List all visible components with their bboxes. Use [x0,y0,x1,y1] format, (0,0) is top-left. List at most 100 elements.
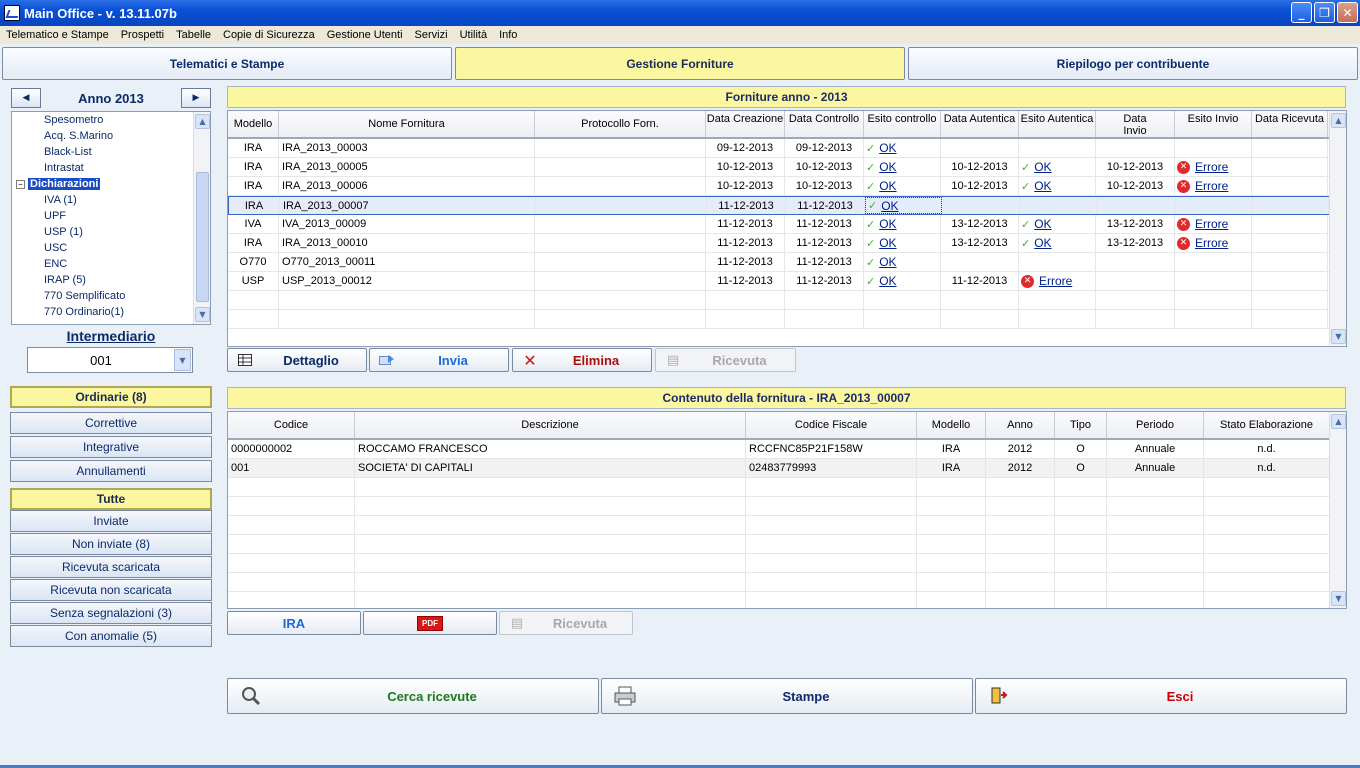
table-row[interactable]: 0000000002 ROCCAMO FRANCESCO RCCFNC85P21F1… [228,440,1346,459]
status-link[interactable]: OK [1034,236,1051,250]
cell-eco[interactable]: ✓ OK [864,215,941,233]
tree-group-dichiarazioni[interactable]: Dichiarazioni [28,178,101,190]
table-row[interactable]: IRA IRA_2013_00007 11-12-2013 11-12-2013 ✓ OK [228,196,1346,215]
cell-eau[interactable] [1019,253,1096,271]
cell-eco[interactable] [864,310,941,328]
elimina-button[interactable]: ✕ Elimina [512,348,652,372]
status-link[interactable]: OK [879,179,896,193]
table-row[interactable]: IRA IRA_2013_00010 11-12-2013 11-12-2013 ✓ OK… [228,234,1346,253]
tree-scrollbar[interactable]: ▲ ▼ [193,112,210,324]
menu-utenti[interactable]: Gestione Utenti [321,29,409,41]
status-link[interactable]: OK [879,141,896,155]
cell-eau[interactable] [1019,310,1096,328]
scroll-down-icon[interactable]: ▼ [1331,329,1346,344]
filter-correttive[interactable]: Correttive [10,412,212,434]
tree-item[interactable]: Black-List [44,144,210,160]
tree-item[interactable]: USC [44,240,210,256]
cell-eco[interactable]: ✓ OK [864,272,941,290]
menu-tabelle[interactable]: Tabelle [170,29,217,41]
cell-eau[interactable]: ✕ Errore [1019,272,1096,290]
cell-eau[interactable] [1020,197,1097,214]
status-link[interactable]: Errore [1039,274,1072,288]
forniture-scrollbar[interactable]: ▲ ▼ [1329,111,1346,346]
ira-button[interactable]: IRA [227,611,361,635]
col-tipo[interactable]: Tipo [1055,412,1107,438]
tree-item[interactable]: IVA (1) [44,192,210,208]
filter-integrative[interactable]: Integrative [10,436,212,458]
cell-eco[interactable]: ✓ OK [864,139,941,157]
status-link[interactable]: Errore [1195,217,1228,231]
col-data-invio[interactable]: Data Invio [1096,111,1175,137]
col-data-creazione[interactable]: Data Creazione [706,111,785,137]
table-row[interactable]: O770 O770_2013_00011 11-12-2013 11-12-2013 ✓… [228,253,1346,272]
menu-servizi[interactable]: Servizi [409,29,454,41]
tree-item[interactable]: IRAP (5) [44,272,210,288]
cell-eau[interactable]: ✓ OK [1019,177,1096,195]
tree-item[interactable]: UPF [44,208,210,224]
cell-ein[interactable] [1175,310,1252,328]
filter-non-inviate[interactable]: Non inviate (8) [10,533,212,555]
invia-button[interactable]: Invia [369,348,509,372]
menu-prospetti[interactable]: Prospetti [115,29,170,41]
table-row[interactable]: IRA IRA_2013_00005 10-12-2013 10-12-2013 ✓ OK… [228,158,1346,177]
tree-item[interactable]: 770 Ordinario(1) [44,304,210,320]
col-stato[interactable]: Stato Elaborazione [1204,412,1330,438]
tree-item[interactable]: Acq. S.Marino [44,128,210,144]
col-nome[interactable]: Nome Fornitura [279,111,535,137]
status-link[interactable]: OK [879,274,896,288]
tab-riepilogo[interactable]: Riepilogo per contribuente [908,47,1358,80]
filter-tutte[interactable]: Tutte [10,488,212,510]
cerca-ricevute-button[interactable]: Cerca ricevute [227,678,599,714]
cell-eco[interactable]: ✓ OK [864,234,941,252]
table-row[interactable] [228,497,1346,516]
status-link[interactable]: OK [879,217,896,231]
table-row[interactable]: IRA IRA_2013_00003 09-12-2013 09-12-2013 ✓ OK [228,139,1346,158]
status-link[interactable]: OK [1034,160,1051,174]
filter-con-anomalie[interactable]: Con anomalie (5) [10,625,212,647]
cell-eau[interactable] [1019,139,1096,157]
table-row[interactable] [228,535,1346,554]
cell-ein[interactable] [1175,272,1252,290]
table-row[interactable]: 001 SOCIETA' DI CAPITALI 02483779993 IRA 201… [228,459,1346,478]
status-link[interactable]: OK [879,236,896,250]
scroll-up-icon[interactable]: ▲ [1331,414,1346,429]
table-row[interactable] [228,310,1346,329]
filter-ordinarie[interactable]: Ordinarie (8) [10,386,212,408]
col-esito-autentica[interactable]: Esito Autentica [1019,111,1096,137]
cell-ein[interactable]: ✕ Errore [1175,177,1252,195]
col-data-ricevuta[interactable]: Data Ricevuta [1252,111,1328,137]
status-link[interactable]: Errore [1195,179,1228,193]
status-link[interactable]: OK [879,255,896,269]
tab-telematici[interactable]: Telematici e Stampe [2,47,452,80]
dettaglio-button[interactable]: Dettaglio [227,348,367,372]
menu-copie[interactable]: Copie di Sicurezza [217,29,321,41]
col-data-autentica[interactable]: Data Autentica [941,111,1019,137]
maximize-icon[interactable]: ❐ [1314,2,1335,23]
cell-ein[interactable] [1175,291,1252,309]
stampe-button[interactable]: Stampe [601,678,973,714]
table-row[interactable]: USP USP_2013_00012 11-12-2013 11-12-2013 ✓ OK… [228,272,1346,291]
cell-eco[interactable]: ✓ OK [864,253,941,271]
col-codice[interactable]: Codice [228,412,355,438]
cell-eau[interactable] [1019,291,1096,309]
status-link[interactable]: OK [1034,217,1051,231]
cell-ein[interactable]: ✕ Errore [1175,234,1252,252]
cell-eau[interactable]: ✓ OK [1019,234,1096,252]
pdf-button[interactable]: PDF [363,611,497,635]
cell-ein[interactable] [1175,253,1252,271]
esci-button[interactable]: Esci [975,678,1347,714]
cell-eco[interactable]: ✓ OK [864,158,941,176]
scroll-up-icon[interactable]: ▲ [195,114,210,129]
table-row[interactable] [228,478,1346,497]
scroll-down-icon[interactable]: ▼ [1331,591,1346,606]
tree-item[interactable]: 770 Semplificato [44,288,210,304]
tree-item[interactable]: Spesometro [44,112,210,128]
cell-eco[interactable]: ✓ OK [864,177,941,195]
cell-ein[interactable]: ✕ Errore [1175,215,1252,233]
filter-annullamenti[interactable]: Annullamenti [10,460,212,482]
col-protocollo[interactable]: Protocollo Forn. [535,111,706,137]
status-link[interactable]: Errore [1195,160,1228,174]
cell-eco[interactable] [864,291,941,309]
table-row[interactable] [228,554,1346,573]
menu-utilita[interactable]: Utilità [454,29,494,41]
